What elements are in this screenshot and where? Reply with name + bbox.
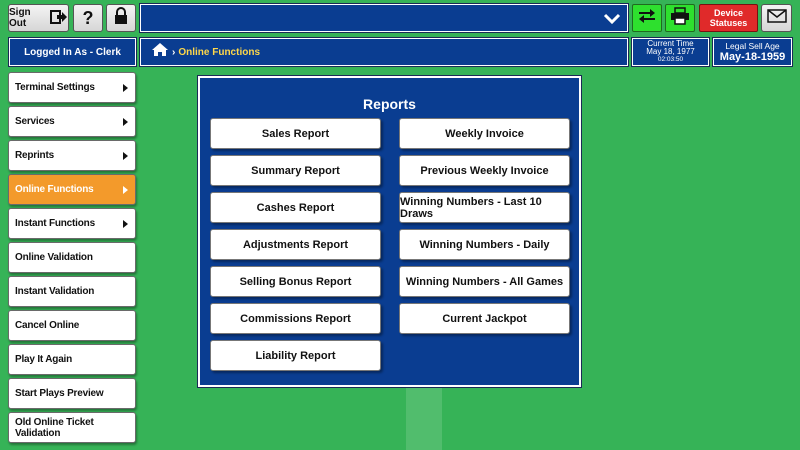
legal-age-title: Legal Sell Age (725, 41, 780, 51)
current-jackpot-button[interactable]: Current Jackpot (399, 303, 570, 334)
report-label: Current Jackpot (442, 312, 527, 325)
swap-arrows-icon (637, 8, 657, 29)
report-label: Winning Numbers - Daily (419, 238, 550, 251)
report-label: Summary Report (251, 164, 340, 177)
sidebar-item-online-validation[interactable]: Online Validation (8, 242, 136, 273)
messages-button[interactable] (761, 4, 792, 32)
winning-numbers-daily-button[interactable]: Winning Numbers - Daily (399, 229, 570, 260)
winning-numbers-last-10-draws-button[interactable]: Winning Numbers - Last 10 Draws (399, 192, 570, 223)
sidebar-item-cancel-online[interactable]: Cancel Online (8, 310, 136, 341)
report-label: Winning Numbers - Last 10 Draws (400, 195, 542, 220)
report-label: Selling Bonus Report (239, 275, 352, 288)
logged-in-label: Logged In As - Clerk (24, 46, 121, 58)
sidebar-item-instant-functions[interactable]: Instant Functions (8, 208, 136, 239)
sidebar-item-play-it-again[interactable]: Play It Again (8, 344, 136, 375)
adjustments-report-button[interactable]: Adjustments Report (210, 229, 381, 260)
report-label: Sales Report (261, 127, 330, 140)
summary-report-button[interactable]: Summary Report (210, 155, 381, 186)
sign-out-icon (50, 9, 68, 27)
sidebar-item-label: Instant Validation (15, 286, 95, 297)
sidebar-item-label: Start Plays Preview (15, 388, 104, 399)
current-time-panel: Current Time May 18, 1977 02:03:50 (631, 37, 710, 67)
sidebar-item-label: Terminal Settings (15, 82, 95, 93)
previous-weekly-invoice-button[interactable]: Previous Weekly Invoice (399, 155, 570, 186)
sales-report-button[interactable]: Sales Report (210, 118, 381, 149)
lock-icon (113, 6, 129, 30)
sidebar-item-terminal-settings[interactable]: Terminal Settings (8, 72, 136, 103)
chevron-right-icon (123, 118, 128, 126)
sidebar-item-old-online-ticket-validation[interactable]: Old Online Ticket Validation (8, 412, 136, 443)
report-label: Commissions Report (240, 312, 351, 325)
logged-in-panel: Logged In As - Clerk (8, 37, 137, 67)
sidebar-item-start-plays-preview[interactable]: Start Plays Preview (8, 378, 136, 409)
chevron-right-icon (123, 84, 128, 92)
report-label: Liability Report (255, 349, 336, 362)
sidebar-item-services[interactable]: Services (8, 106, 136, 137)
sidebar-item-label: Play It Again (15, 354, 73, 365)
weekly-invoice-button[interactable]: Weekly Invoice (399, 118, 570, 149)
report-label: Winning Numbers - All Games (405, 275, 564, 288)
report-label: Adjustments Report (242, 238, 349, 251)
breadcrumb-current: Online Functions (178, 46, 261, 58)
sign-out-button[interactable]: Sign Out (8, 4, 69, 32)
sidebar-item-label: Old Online Ticket Validation (15, 416, 94, 439)
legal-sell-age-panel: Legal Sell Age May-18-1959 (712, 37, 793, 67)
transfer-button[interactable] (632, 4, 662, 32)
winning-numbers-all-games-button[interactable]: Winning Numbers - All Games (399, 266, 570, 297)
chevron-right-icon (123, 152, 128, 160)
report-label: Cashes Report (256, 201, 335, 214)
sidebar-item-instant-validation[interactable]: Instant Validation (8, 276, 136, 307)
sign-out-label: Sign Out (9, 7, 31, 29)
lock-button[interactable] (106, 4, 136, 32)
sidebar-item-label: Instant Functions (15, 218, 95, 229)
reports-panel: Reports Sales Report Summary Report Cash… (197, 75, 582, 388)
print-button[interactable] (665, 4, 695, 32)
chevron-right-icon (123, 220, 128, 228)
sidebar-item-reprints[interactable]: Reprints (8, 140, 136, 171)
cashes-report-button[interactable]: Cashes Report (210, 192, 381, 223)
commissions-report-button[interactable]: Commissions Report (210, 303, 381, 334)
home-icon[interactable] (151, 42, 169, 62)
chevron-down-icon (603, 12, 621, 31)
help-button[interactable]: ? (73, 4, 103, 32)
chevron-right-icon (123, 186, 128, 194)
breadcrumb: › Online Functions (139, 37, 629, 67)
report-label: Previous Weekly Invoice (420, 164, 549, 177)
game-selector-dropdown[interactable] (139, 3, 629, 33)
sidebar-item-label: Reprints (15, 150, 54, 161)
breadcrumb-separator-icon: › (172, 46, 176, 58)
envelope-icon (766, 8, 787, 28)
sidebar-item-label: Online Validation (15, 252, 93, 263)
device-statuses-button[interactable]: Device Statuses (699, 4, 758, 32)
liability-report-button[interactable]: Liability Report (210, 340, 381, 371)
reports-title: Reports (363, 96, 416, 112)
selling-bonus-report-button[interactable]: Selling Bonus Report (210, 266, 381, 297)
sidebar-item-label: Services (15, 116, 55, 127)
device-statuses-label: Device Statuses (709, 8, 748, 28)
current-time-date: May 18, 1977 (646, 47, 695, 56)
sidebar-item-online-functions[interactable]: Online Functions (8, 174, 136, 205)
sidebar-item-label: Online Functions (15, 184, 94, 195)
background-shape (406, 380, 442, 450)
help-label: ? (82, 7, 94, 28)
printer-icon (670, 6, 690, 30)
current-time-clock: 02:03:50 (657, 56, 684, 63)
legal-age-date: May-18-1959 (719, 51, 786, 63)
sidebar-item-label: Cancel Online (15, 320, 80, 331)
report-label: Weekly Invoice (445, 127, 524, 140)
